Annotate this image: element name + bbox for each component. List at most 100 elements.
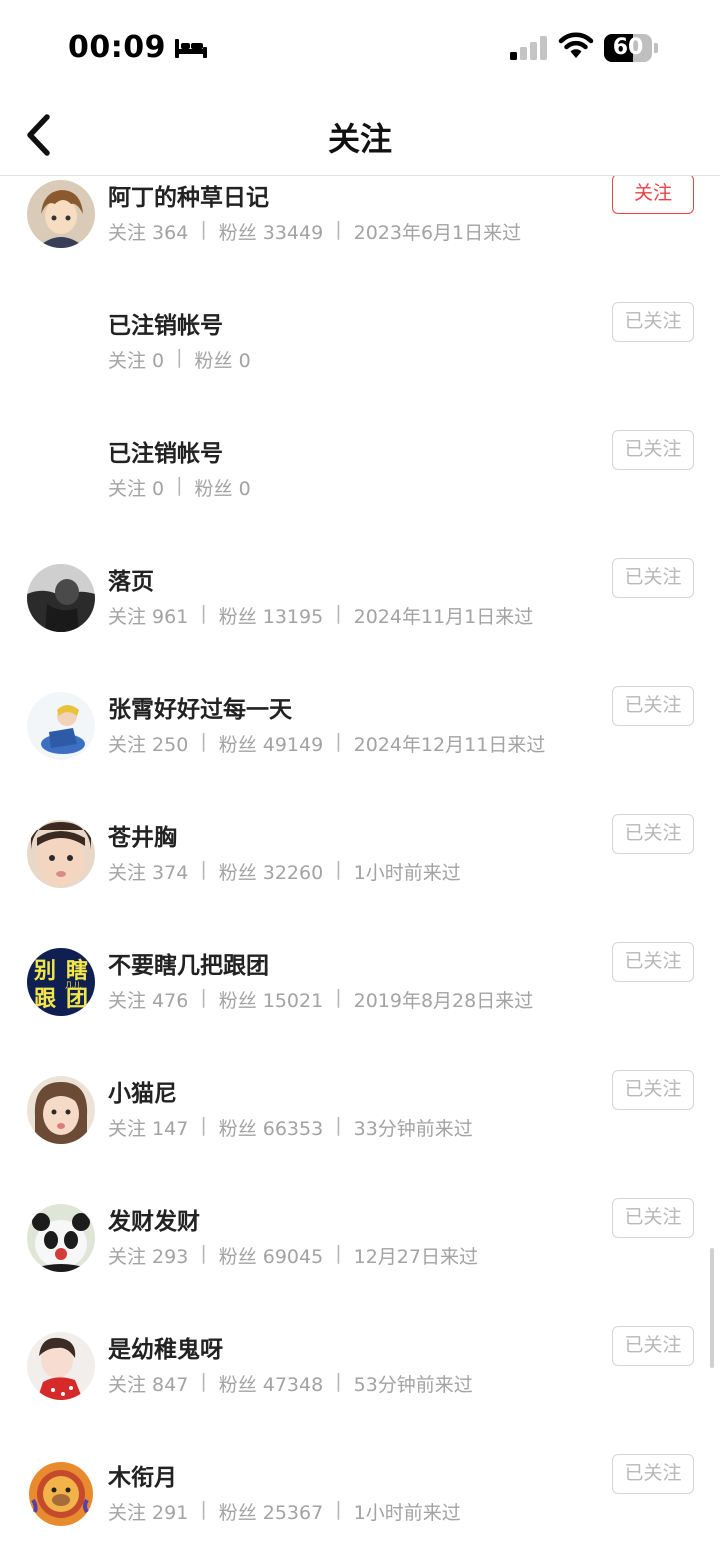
user-name[interactable]: 阿丁的种草日记 xyxy=(108,178,269,212)
list-item[interactable]: 已注销帐号关注 0 | 粉丝 0 已关注 xyxy=(0,410,720,538)
avatar[interactable] xyxy=(27,820,95,888)
last-seen: 2023年6月1日来过 xyxy=(353,222,522,244)
avatar[interactable] xyxy=(27,1076,95,1144)
list-item[interactable]: 小猫尼 关注 147 | 粉丝 66353 | 33分钟前来过 已关注 xyxy=(0,1050,720,1178)
user-stats: 关注 0 | 粉丝 0 xyxy=(108,346,251,373)
following-count: 关注 293 xyxy=(108,1246,189,1268)
list-item[interactable]: 阿丁的种草日记 关注 364 | 粉丝 33449 | 2023年6月1日来过 关注 xyxy=(0,176,720,282)
user-stats: 关注 147 | 粉丝 66353 | 33分钟前来过 xyxy=(108,1114,473,1141)
following-count: 关注 847 xyxy=(108,1374,189,1396)
list-item[interactable]: 发财发财 关注 293 | 粉丝 69045 | 12月27日来过 已关注 xyxy=(0,1178,720,1306)
list-item[interactable]: 木衔月 关注 291 | 粉丝 25367 | 1小时前来过 已关注 xyxy=(0,1434,720,1560)
user-name[interactable]: 张霄好好过每一天 xyxy=(108,690,292,724)
stats-divider: | xyxy=(200,218,207,240)
stats-divider: | xyxy=(200,730,207,752)
fans-count: 粉丝 15021 xyxy=(218,990,324,1012)
last-seen: 1小时前来过 xyxy=(353,862,461,884)
stats-divider: | xyxy=(335,1498,342,1520)
avatar[interactable] xyxy=(27,1332,95,1400)
following-button[interactable]: 已关注 xyxy=(612,1070,694,1110)
fans-count: 粉丝 0 xyxy=(194,478,251,500)
list-item[interactable]: 落页 关注 961 | 粉丝 13195 | 2024年11月1日来过 已关注 xyxy=(0,538,720,666)
user-name[interactable]: 苍井胸 xyxy=(108,818,177,852)
last-seen: 2024年11月1日来过 xyxy=(353,606,534,628)
user-name[interactable]: 落页 xyxy=(108,562,154,596)
following-button[interactable]: 已关注 xyxy=(612,1326,694,1366)
fans-count: 粉丝 0 xyxy=(194,350,251,372)
avatar[interactable] xyxy=(27,564,95,632)
list-item[interactable]: 是幼稚鬼呀关注 847 | 粉丝 47348 | 53分钟前来过 已关注 xyxy=(0,1306,720,1434)
following-button[interactable]: 已关注 xyxy=(612,686,694,726)
following-count: 关注 364 xyxy=(108,222,189,244)
battery-indicator: 60 xyxy=(604,34,658,62)
user-name[interactable]: 小猫尼 xyxy=(108,1074,177,1108)
following-button[interactable]: 已关注 xyxy=(612,1454,694,1494)
following-count: 关注 961 xyxy=(108,606,189,628)
list-item[interactable]: 苍井胸 关注 374 | 粉丝 32260 | 1小时前来过 已关注 xyxy=(0,794,720,922)
stats-divider: | xyxy=(200,1370,207,1392)
following-list: 阿丁的种草日记 关注 364 | 粉丝 33449 | 2023年6月1日来过 关注 已注销帐… xyxy=(0,176,720,1560)
fans-count: 粉丝 25367 xyxy=(218,1502,324,1524)
following-button[interactable]: 已关注 xyxy=(612,430,694,470)
stats-divider: | xyxy=(335,986,342,1008)
avatar[interactable] xyxy=(27,1204,95,1272)
avatar[interactable] xyxy=(27,180,95,248)
following-count: 关注 0 xyxy=(108,478,165,500)
user-name[interactable]: 已注销帐号 xyxy=(108,434,223,468)
following-button[interactable]: 已关注 xyxy=(612,1198,694,1238)
fans-count: 粉丝 66353 xyxy=(218,1118,324,1140)
fans-count: 粉丝 13195 xyxy=(218,606,324,628)
user-stats: 关注 961 | 粉丝 13195 | 2024年11月1日来过 xyxy=(108,602,533,629)
user-name[interactable]: 是幼稚鬼呀 xyxy=(108,1330,223,1364)
user-name[interactable]: 发财发财 xyxy=(108,1202,200,1236)
following-button[interactable]: 已关注 xyxy=(612,558,694,598)
stats-divider: | xyxy=(200,858,207,880)
last-seen: 2019年8月28日来过 xyxy=(353,990,534,1012)
stats-divider: | xyxy=(335,730,342,752)
following-button[interactable]: 已关注 xyxy=(612,814,694,854)
user-name[interactable]: 不要瞎几把跟团 xyxy=(108,946,269,980)
following-count: 关注 147 xyxy=(108,1118,189,1140)
user-name[interactable]: 木衔月 xyxy=(108,1458,177,1492)
stats-divider: | xyxy=(335,1114,342,1136)
fans-count: 粉丝 47348 xyxy=(218,1374,324,1396)
user-stats: 关注 476 | 粉丝 15021 | 2019年8月28日来过 xyxy=(108,986,533,1013)
following-count: 关注 476 xyxy=(108,990,189,1012)
user-stats: 关注 364 | 粉丝 33449 | 2023年6月1日来过 xyxy=(108,218,521,245)
status-time: 00:09 xyxy=(68,30,208,65)
last-seen: 33分钟前来过 xyxy=(353,1118,473,1140)
stats-divider: | xyxy=(335,1370,342,1392)
scroll-indicator xyxy=(710,1248,714,1368)
list-item[interactable]: 已注销帐号关注 0 | 粉丝 0 已关注 xyxy=(0,282,720,410)
avatar[interactable] xyxy=(27,692,95,760)
battery-body: 60 xyxy=(604,34,652,62)
avatar[interactable]: 别瞎跟团几儿 xyxy=(27,948,95,1016)
stats-divider: | xyxy=(335,1242,342,1264)
list-item[interactable]: 别瞎跟团几儿 不要瞎几把跟团关注 476 | 粉丝 15021 | 2019年8月28日来… xyxy=(0,922,720,1050)
wifi-icon xyxy=(558,32,594,58)
stats-divider: | xyxy=(200,602,207,624)
stats-divider: | xyxy=(335,858,342,880)
battery-level-text: 60 xyxy=(612,35,644,60)
svg-text:几儿: 几儿 xyxy=(65,981,81,990)
following-count: 关注 374 xyxy=(108,862,189,884)
page-title: 关注 xyxy=(327,120,392,158)
user-stats: 关注 293 | 粉丝 69045 | 12月27日来过 xyxy=(108,1242,478,1269)
user-stats: 关注 374 | 粉丝 32260 | 1小时前来过 xyxy=(108,858,461,885)
stats-divider: | xyxy=(200,986,207,1008)
status-bar: 00:09 60 xyxy=(0,0,720,96)
last-seen: 53分钟前来过 xyxy=(353,1374,473,1396)
last-seen: 12月27日来过 xyxy=(353,1246,478,1268)
user-stats: 关注 0 | 粉丝 0 xyxy=(108,474,251,501)
follow-button[interactable]: 关注 xyxy=(612,176,694,214)
svg-text:别: 别 xyxy=(33,959,56,984)
following-button[interactable]: 已关注 xyxy=(612,302,694,342)
stats-divider: | xyxy=(176,474,183,496)
list-item[interactable]: 张霄好好过每一天 关注 250 | 粉丝 49149 | 2024年12月11日来过 已关注 xyxy=(0,666,720,794)
battery-cap xyxy=(654,43,658,53)
user-stats: 关注 847 | 粉丝 47348 | 53分钟前来过 xyxy=(108,1370,473,1397)
user-name[interactable]: 已注销帐号 xyxy=(108,306,223,340)
avatar[interactable] xyxy=(27,1460,95,1528)
following-button[interactable]: 已关注 xyxy=(612,942,694,982)
last-seen: 2024年12月11日来过 xyxy=(353,734,546,756)
